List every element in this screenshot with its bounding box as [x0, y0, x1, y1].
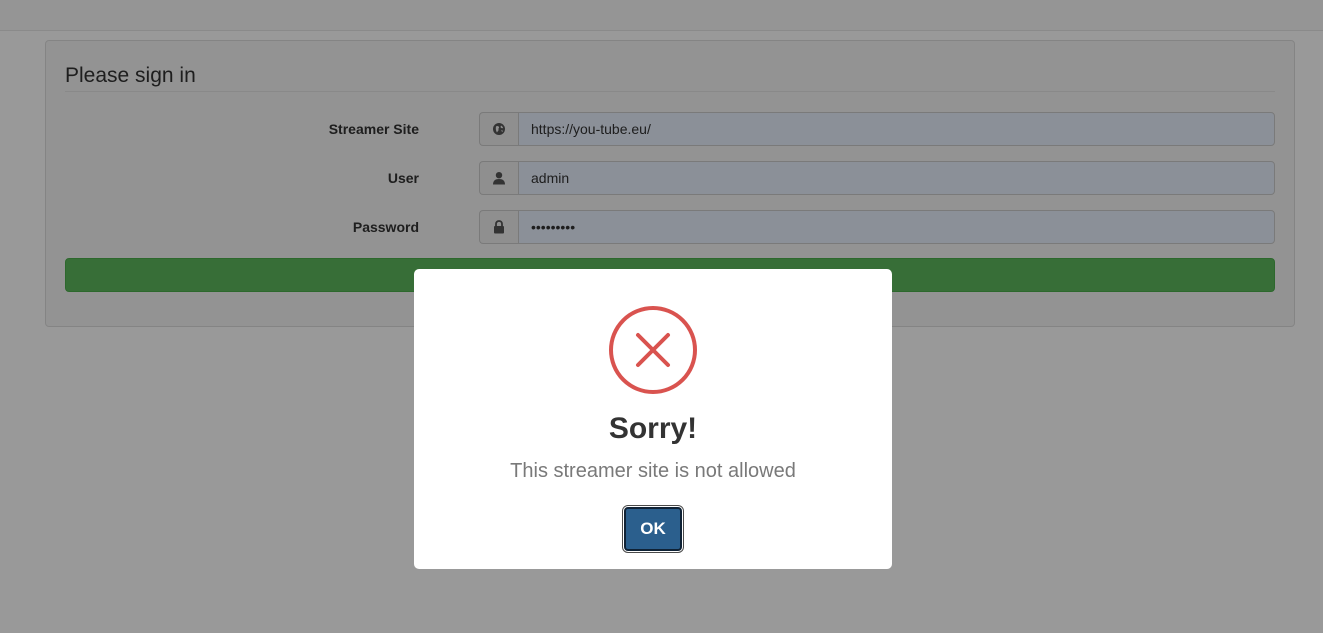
ok-button[interactable]: OK [624, 507, 682, 551]
error-x-icon [609, 306, 697, 394]
error-dialog: Sorry! This streamer site is not allowed… [414, 269, 892, 569]
dialog-message: This streamer site is not allowed [510, 460, 796, 482]
page: Please sign in Streamer Site User [0, 0, 1323, 633]
dialog-title: Sorry! [608, 412, 698, 445]
